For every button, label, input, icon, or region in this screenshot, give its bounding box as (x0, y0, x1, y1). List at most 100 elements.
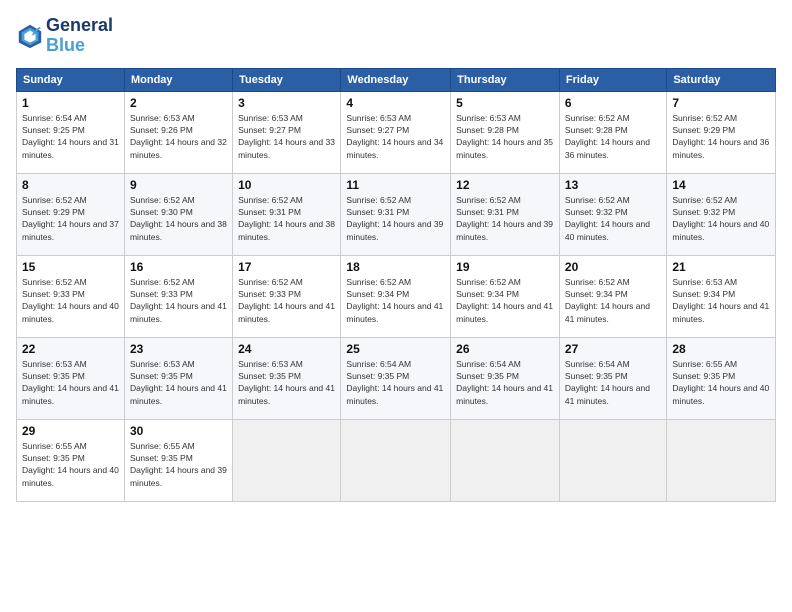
day-info: Sunrise: 6:53 AM Sunset: 9:35 PM Dayligh… (130, 358, 227, 407)
calendar-cell: 2 Sunrise: 6:53 AM Sunset: 9:26 PM Dayli… (124, 91, 232, 173)
calendar-cell (667, 419, 776, 501)
day-info: Sunrise: 6:53 AM Sunset: 9:28 PM Dayligh… (456, 112, 554, 161)
day-info: Sunrise: 6:52 AM Sunset: 9:31 PM Dayligh… (238, 194, 335, 243)
day-info: Sunrise: 6:52 AM Sunset: 9:33 PM Dayligh… (238, 276, 335, 325)
day-info: Sunrise: 6:55 AM Sunset: 9:35 PM Dayligh… (672, 358, 770, 407)
day-info: Sunrise: 6:52 AM Sunset: 9:31 PM Dayligh… (456, 194, 554, 243)
calendar-cell: 14 Sunrise: 6:52 AM Sunset: 9:32 PM Dayl… (667, 173, 776, 255)
day-number: 30 (130, 424, 227, 438)
calendar-header-monday: Monday (124, 68, 232, 91)
calendar-cell: 18 Sunrise: 6:52 AM Sunset: 9:34 PM Dayl… (341, 255, 451, 337)
day-info: Sunrise: 6:55 AM Sunset: 9:35 PM Dayligh… (22, 440, 119, 489)
day-number: 4 (346, 96, 445, 110)
calendar-cell: 8 Sunrise: 6:52 AM Sunset: 9:29 PM Dayli… (17, 173, 125, 255)
day-info: Sunrise: 6:53 AM Sunset: 9:27 PM Dayligh… (238, 112, 335, 161)
day-number: 8 (22, 178, 119, 192)
day-number: 6 (565, 96, 661, 110)
day-info: Sunrise: 6:52 AM Sunset: 9:33 PM Dayligh… (130, 276, 227, 325)
day-number: 22 (22, 342, 119, 356)
day-info: Sunrise: 6:53 AM Sunset: 9:35 PM Dayligh… (22, 358, 119, 407)
calendar-cell: 13 Sunrise: 6:52 AM Sunset: 9:32 PM Dayl… (559, 173, 666, 255)
day-info: Sunrise: 6:55 AM Sunset: 9:35 PM Dayligh… (130, 440, 227, 489)
calendar-cell: 5 Sunrise: 6:53 AM Sunset: 9:28 PM Dayli… (451, 91, 560, 173)
calendar-cell: 23 Sunrise: 6:53 AM Sunset: 9:35 PM Dayl… (124, 337, 232, 419)
calendar-cell (559, 419, 666, 501)
day-info: Sunrise: 6:52 AM Sunset: 9:32 PM Dayligh… (672, 194, 770, 243)
calendar-cell: 19 Sunrise: 6:52 AM Sunset: 9:34 PM Dayl… (451, 255, 560, 337)
calendar-header-saturday: Saturday (667, 68, 776, 91)
day-info: Sunrise: 6:52 AM Sunset: 9:33 PM Dayligh… (22, 276, 119, 325)
day-number: 12 (456, 178, 554, 192)
calendar-cell: 30 Sunrise: 6:55 AM Sunset: 9:35 PM Dayl… (124, 419, 232, 501)
calendar-week-4: 22 Sunrise: 6:53 AM Sunset: 9:35 PM Dayl… (17, 337, 776, 419)
calendar-cell: 9 Sunrise: 6:52 AM Sunset: 9:30 PM Dayli… (124, 173, 232, 255)
day-number: 16 (130, 260, 227, 274)
calendar-cell: 12 Sunrise: 6:52 AM Sunset: 9:31 PM Dayl… (451, 173, 560, 255)
day-info: Sunrise: 6:52 AM Sunset: 9:32 PM Dayligh… (565, 194, 661, 243)
calendar-cell: 20 Sunrise: 6:52 AM Sunset: 9:34 PM Dayl… (559, 255, 666, 337)
calendar-cell (341, 419, 451, 501)
day-number: 13 (565, 178, 661, 192)
calendar-cell: 25 Sunrise: 6:54 AM Sunset: 9:35 PM Dayl… (341, 337, 451, 419)
calendar-header-friday: Friday (559, 68, 666, 91)
calendar-cell (233, 419, 341, 501)
day-info: Sunrise: 6:52 AM Sunset: 9:30 PM Dayligh… (130, 194, 227, 243)
calendar-cell: 22 Sunrise: 6:53 AM Sunset: 9:35 PM Dayl… (17, 337, 125, 419)
day-info: Sunrise: 6:52 AM Sunset: 9:34 PM Dayligh… (565, 276, 661, 325)
header: General Blue (16, 16, 776, 56)
calendar-cell: 24 Sunrise: 6:53 AM Sunset: 9:35 PM Dayl… (233, 337, 341, 419)
calendar-cell: 10 Sunrise: 6:52 AM Sunset: 9:31 PM Dayl… (233, 173, 341, 255)
calendar-cell: 26 Sunrise: 6:54 AM Sunset: 9:35 PM Dayl… (451, 337, 560, 419)
calendar-header-tuesday: Tuesday (233, 68, 341, 91)
day-number: 27 (565, 342, 661, 356)
day-number: 20 (565, 260, 661, 274)
day-info: Sunrise: 6:54 AM Sunset: 9:35 PM Dayligh… (565, 358, 661, 407)
calendar-week-5: 29 Sunrise: 6:55 AM Sunset: 9:35 PM Dayl… (17, 419, 776, 501)
day-info: Sunrise: 6:52 AM Sunset: 9:34 PM Dayligh… (346, 276, 445, 325)
page: General Blue SundayMondayTuesdayWednesda… (0, 0, 792, 612)
calendar-cell (451, 419, 560, 501)
day-number: 24 (238, 342, 335, 356)
day-number: 25 (346, 342, 445, 356)
logo-icon (16, 22, 44, 50)
day-info: Sunrise: 6:54 AM Sunset: 9:35 PM Dayligh… (456, 358, 554, 407)
calendar-cell: 6 Sunrise: 6:52 AM Sunset: 9:28 PM Dayli… (559, 91, 666, 173)
day-info: Sunrise: 6:52 AM Sunset: 9:31 PM Dayligh… (346, 194, 445, 243)
day-number: 18 (346, 260, 445, 274)
day-info: Sunrise: 6:53 AM Sunset: 9:34 PM Dayligh… (672, 276, 770, 325)
day-number: 14 (672, 178, 770, 192)
day-number: 1 (22, 96, 119, 110)
calendar-cell: 3 Sunrise: 6:53 AM Sunset: 9:27 PM Dayli… (233, 91, 341, 173)
day-number: 17 (238, 260, 335, 274)
day-info: Sunrise: 6:53 AM Sunset: 9:26 PM Dayligh… (130, 112, 227, 161)
calendar-cell: 16 Sunrise: 6:52 AM Sunset: 9:33 PM Dayl… (124, 255, 232, 337)
logo: General Blue (16, 16, 113, 56)
day-number: 3 (238, 96, 335, 110)
day-number: 28 (672, 342, 770, 356)
calendar-cell: 29 Sunrise: 6:55 AM Sunset: 9:35 PM Dayl… (17, 419, 125, 501)
day-info: Sunrise: 6:53 AM Sunset: 9:35 PM Dayligh… (238, 358, 335, 407)
calendar-week-3: 15 Sunrise: 6:52 AM Sunset: 9:33 PM Dayl… (17, 255, 776, 337)
day-number: 29 (22, 424, 119, 438)
calendar-header-row: SundayMondayTuesdayWednesdayThursdayFrid… (17, 68, 776, 91)
day-number: 21 (672, 260, 770, 274)
day-number: 7 (672, 96, 770, 110)
day-info: Sunrise: 6:53 AM Sunset: 9:27 PM Dayligh… (346, 112, 445, 161)
calendar-cell: 27 Sunrise: 6:54 AM Sunset: 9:35 PM Dayl… (559, 337, 666, 419)
calendar-cell: 1 Sunrise: 6:54 AM Sunset: 9:25 PM Dayli… (17, 91, 125, 173)
day-number: 19 (456, 260, 554, 274)
day-info: Sunrise: 6:52 AM Sunset: 9:29 PM Dayligh… (22, 194, 119, 243)
day-number: 15 (22, 260, 119, 274)
calendar-cell: 17 Sunrise: 6:52 AM Sunset: 9:33 PM Dayl… (233, 255, 341, 337)
day-number: 2 (130, 96, 227, 110)
day-number: 11 (346, 178, 445, 192)
calendar-week-1: 1 Sunrise: 6:54 AM Sunset: 9:25 PM Dayli… (17, 91, 776, 173)
calendar-header-sunday: Sunday (17, 68, 125, 91)
calendar-cell: 28 Sunrise: 6:55 AM Sunset: 9:35 PM Dayl… (667, 337, 776, 419)
calendar-cell: 11 Sunrise: 6:52 AM Sunset: 9:31 PM Dayl… (341, 173, 451, 255)
day-number: 23 (130, 342, 227, 356)
calendar-header-thursday: Thursday (451, 68, 560, 91)
day-number: 5 (456, 96, 554, 110)
calendar-header-wednesday: Wednesday (341, 68, 451, 91)
day-info: Sunrise: 6:52 AM Sunset: 9:28 PM Dayligh… (565, 112, 661, 161)
